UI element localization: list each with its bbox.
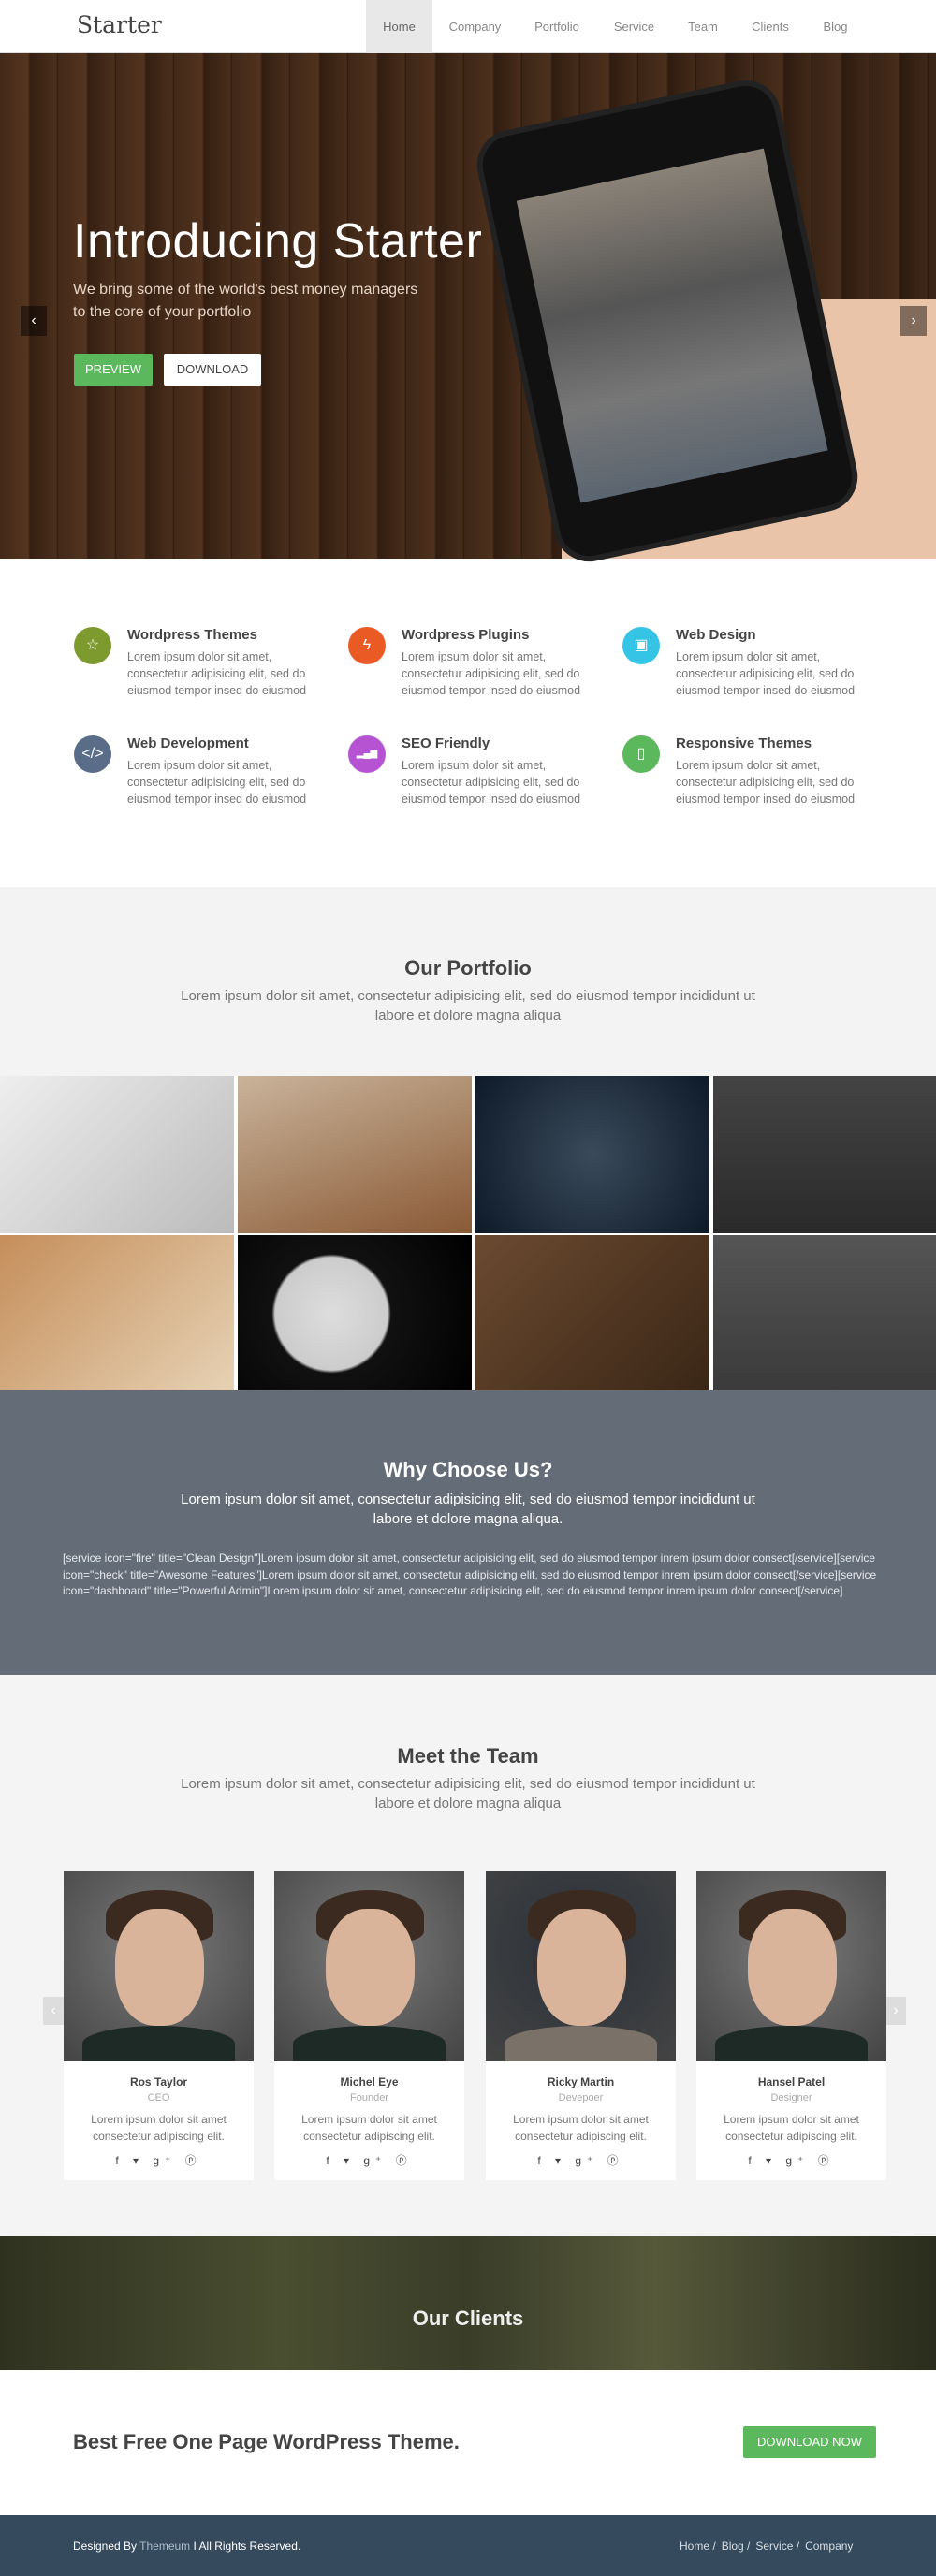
portfolio-item[interactable]	[713, 1235, 936, 1392]
member-role: Designer	[770, 2092, 812, 2103]
clients-title: Our Clients	[412, 2307, 524, 2330]
feature-text: Lorem ipsum dolor sit amet, consectetur …	[676, 650, 856, 697]
slider-prev-icon[interactable]: ‹	[21, 306, 47, 336]
portfolio-item[interactable]	[0, 1076, 234, 1233]
member-name: Hansel Patel	[757, 2075, 826, 2088]
nav-portfolio[interactable]: Portfolio	[524, 0, 590, 53]
feature-title: Web Development	[127, 735, 249, 751]
feature-title: Responsive Themes	[676, 735, 812, 751]
phone-screen	[516, 148, 828, 503]
code-icon: </>	[74, 735, 111, 773]
footer-credits: Designed By Themeum I All Rights Reserve…	[73, 2540, 300, 2553]
tablet-icon: ▯	[622, 735, 660, 773]
member-name: Ros Taylor	[129, 2075, 188, 2088]
portfolio-item[interactable]	[238, 1235, 472, 1392]
feature-text: Lorem ipsum dolor sit amet, consectetur …	[127, 650, 307, 697]
nav-team[interactable]: Team	[679, 0, 727, 53]
team-title: Meet the Team	[397, 1744, 539, 1768]
gift-icon: ▣	[622, 627, 660, 664]
member-name: Ricky Martin	[547, 2075, 615, 2088]
feature-title: Wordpress Plugins	[402, 627, 530, 643]
download-button[interactable]: DOWNLOAD	[164, 354, 261, 386]
feature-text: Lorem ipsum dolor sit amet, consectetur …	[402, 759, 581, 806]
portfolio-item[interactable]	[713, 1076, 936, 1233]
portfolio-item[interactable]	[475, 1076, 709, 1233]
preview-button[interactable]: PREVIEW	[74, 354, 153, 386]
portfolio-item[interactable]	[0, 1235, 234, 1392]
member-role: Founder	[350, 2092, 388, 2103]
member-desc: Lorem ipsum dolor sit amet consectetur a…	[724, 2113, 859, 2143]
team-prev-icon[interactable]: ‹	[43, 1997, 64, 2025]
hero-subtitle: We bring some of the world's best money …	[73, 279, 447, 324]
rights-text: I All Rights Reserved.	[190, 2540, 301, 2553]
team-card: Ricky Martin Devepoer Lorem ipsum dolor si…	[486, 1871, 676, 2180]
team-photo	[696, 1871, 886, 2061]
nav-service[interactable]: Service	[604, 0, 665, 53]
bolt-icon: ϟ	[348, 627, 386, 664]
member-desc: Lorem ipsum dolor sit amet consectetur a…	[301, 2113, 437, 2143]
why-body: [service icon="fire" title="Clean Design…	[63, 1551, 877, 1597]
why-title: Why Choose Us?	[383, 1458, 553, 1481]
social-icons[interactable]: f ▾ g⁺ ⓟ	[274, 2152, 464, 2168]
nav-home[interactable]: Home	[366, 0, 432, 53]
why-choose-section	[0, 1390, 936, 1675]
feature-text: Lorem ipsum dolor sit amet, consectetur …	[402, 650, 581, 697]
member-desc: Lorem ipsum dolor sit amet consectetur a…	[91, 2113, 227, 2143]
team-card: Hansel Patel Designer Lorem ipsum dolor si…	[696, 1871, 886, 2180]
portfolio-item[interactable]	[238, 1076, 472, 1233]
social-icons[interactable]: f ▾ g⁺ ⓟ	[696, 2152, 886, 2168]
portfolio-item[interactable]	[475, 1235, 709, 1392]
signal-icon: ▂▄▆	[348, 735, 386, 773]
footer-links: Home / Blog / Service / Company	[680, 2540, 858, 2553]
designed-by-text: Designed By	[73, 2540, 140, 2553]
team-card: Michel Eye Founder Lorem ipsum dolor sit a…	[274, 1871, 464, 2180]
team-card: Ros Taylor CEO Lorem ipsum dolor sit amet …	[64, 1871, 254, 2180]
clients-section	[0, 2236, 936, 2370]
member-role: Devepoer	[558, 2092, 604, 2103]
hero-title: Introducing Starter	[73, 214, 483, 269]
social-icons[interactable]: f ▾ g⁺ ⓟ	[64, 2152, 254, 2168]
social-icons[interactable]: f ▾ g⁺ ⓟ	[486, 2152, 676, 2168]
download-now-button[interactable]: DOWNLOAD NOW	[743, 2426, 876, 2458]
feature-text: Lorem ipsum dolor sit amet, consectetur …	[127, 759, 307, 806]
themeum-link[interactable]: Themeum	[139, 2540, 190, 2553]
team-next-icon[interactable]: ›	[885, 1997, 906, 2025]
footer-link-home[interactable]: Home /	[680, 2540, 716, 2553]
feature-title: Wordpress Themes	[127, 627, 257, 643]
nav-blog[interactable]: Blog	[814, 0, 856, 53]
hero-subtitle-line1: We bring some of the world's best money …	[73, 282, 418, 298]
feature-text: Lorem ipsum dolor sit amet, consectetur …	[676, 759, 856, 806]
footer-link-blog[interactable]: Blog /	[722, 2540, 751, 2553]
footer-link-service[interactable]: Service /	[755, 2540, 799, 2553]
portfolio-subtitle: Lorem ipsum dolor sit amet, consectetur …	[181, 988, 755, 1024]
star-icon: ☆	[74, 627, 111, 664]
member-desc: Lorem ipsum dolor sit amet consectetur a…	[513, 2113, 649, 2143]
slider-next-icon[interactable]: ›	[900, 306, 927, 336]
member-role: CEO	[147, 2092, 170, 2103]
nav-company[interactable]: Company	[440, 0, 510, 53]
why-subtitle: Lorem ipsum dolor sit amet, consectetur …	[181, 1492, 755, 1527]
team-subtitle: Lorem ipsum dolor sit amet, consectetur …	[181, 1776, 755, 1812]
team-photo	[274, 1871, 464, 2061]
cta-title: Best Free One Page WordPress Theme.	[73, 2430, 460, 2453]
portfolio-section	[0, 887, 936, 1076]
feature-title: SEO Friendly	[402, 735, 490, 751]
nav-clients[interactable]: Clients	[742, 0, 798, 53]
portfolio-title: Our Portfolio	[404, 956, 532, 980]
team-photo	[486, 1871, 676, 2061]
feature-title: Web Design	[676, 627, 756, 643]
hero-subtitle-line2: to the core of your portfolio	[73, 304, 252, 320]
team-photo	[64, 1871, 254, 2061]
site-logo[interactable]: Starter	[77, 11, 162, 38]
footer-link-company[interactable]: Company	[805, 2540, 853, 2553]
member-name: Michel Eye	[340, 2075, 399, 2088]
